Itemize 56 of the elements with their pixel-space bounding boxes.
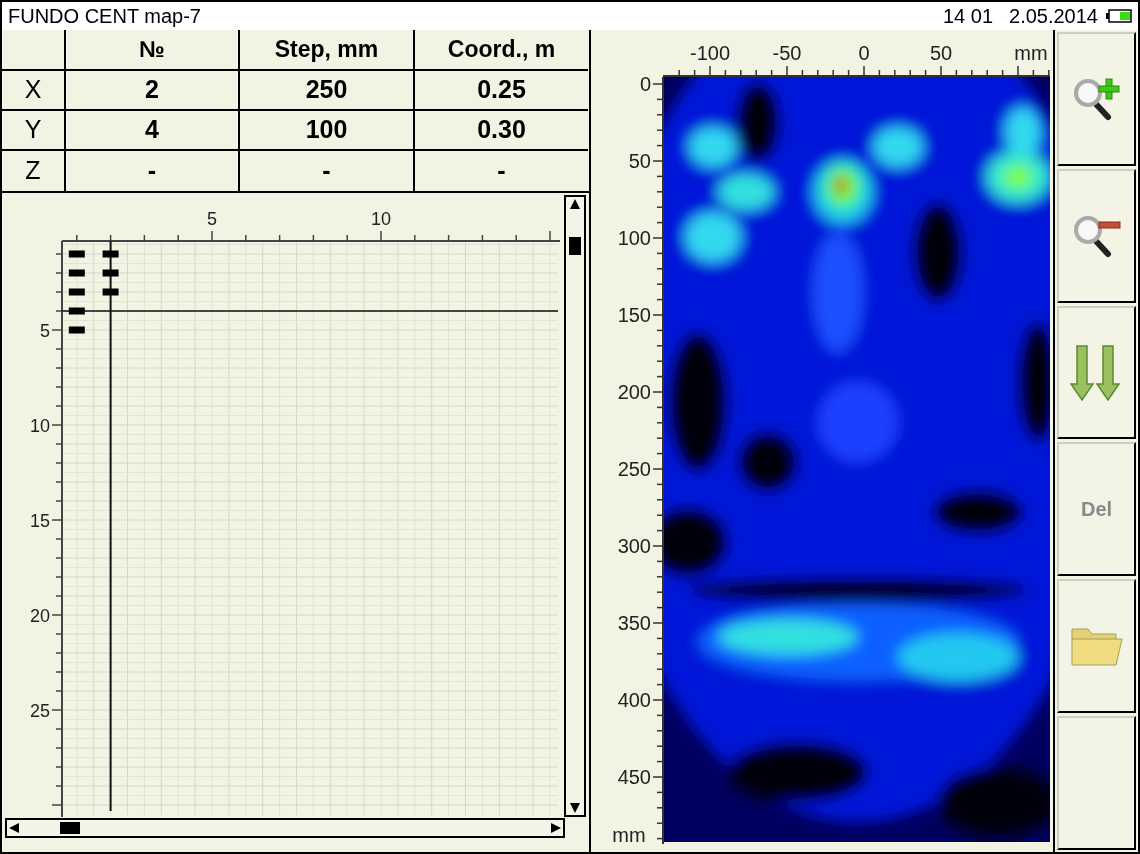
axis-label: 15: [29, 511, 50, 531]
vertical-scrollbar[interactable]: [564, 195, 586, 817]
file-title: FUNDO CENT map-7: [8, 6, 201, 26]
axis-label: 25: [29, 701, 50, 721]
time-text: 14 01: [942, 6, 993, 26]
axis-label: 5: [40, 321, 50, 341]
axis-label: 350: [617, 612, 651, 634]
axis-label: 0: [639, 73, 651, 95]
axis-label: 450: [617, 766, 651, 788]
row-header: Z: [24, 155, 42, 187]
table-cell: -: [64, 151, 238, 191]
axis-label: 10: [29, 416, 50, 436]
row-header: Y: [2, 111, 64, 151]
axis-label: 400: [617, 689, 651, 711]
axis-label: 300: [617, 535, 651, 557]
scroll-left-icon[interactable]: [7, 821, 21, 835]
open-button[interactable]: [1057, 579, 1136, 714]
axis-label: 10: [371, 209, 391, 229]
table-cell: 0.30: [413, 111, 588, 151]
axis-label: 150: [617, 304, 651, 326]
horizontal-scrollbar[interactable]: [5, 818, 565, 838]
table-cell: 2: [64, 71, 238, 111]
axis-label: 0: [858, 42, 870, 64]
table-cell: -: [413, 151, 588, 191]
table-cell: 0.25: [413, 71, 588, 111]
zoom-out-button[interactable]: [1057, 168, 1136, 303]
axis-unit: mm: [1014, 42, 1048, 64]
date-text: 2.05.2014: [1009, 6, 1098, 26]
axis-label: 250: [617, 458, 651, 480]
scroll-thumb[interactable]: [60, 822, 80, 834]
table-cell: 4: [64, 111, 238, 151]
axis-label: -100: [690, 42, 730, 64]
scroll-thumb[interactable]: [569, 237, 581, 255]
battery-icon: [1106, 9, 1132, 23]
axis-label: 200: [617, 381, 651, 403]
table-cell: -: [238, 151, 413, 191]
column-header: Step, mm: [238, 30, 413, 71]
axis-label: -50: [772, 42, 802, 64]
axis-label: 5: [207, 209, 217, 229]
scroll-right-icon[interactable]: [549, 821, 563, 835]
column-header: Coord., m: [413, 30, 588, 71]
axis-unit: mm: [612, 824, 646, 846]
scroll-down-icon[interactable]: [568, 801, 582, 815]
column-header: №: [64, 30, 238, 71]
axis-label: 50: [929, 42, 953, 64]
axis-label: 100: [617, 227, 651, 249]
zoom-in-button[interactable]: [1057, 32, 1136, 166]
axis-label: 50: [628, 150, 651, 172]
folder-icon: [1069, 625, 1124, 668]
table-cell: 250: [238, 71, 413, 111]
scroll-up-icon[interactable]: [568, 197, 582, 211]
empty-button[interactable]: [1057, 716, 1136, 850]
row-header: X: [2, 71, 64, 111]
axis-label: 20: [29, 606, 50, 626]
table-cell: 100: [238, 111, 413, 151]
scroll-down-button[interactable]: [1057, 305, 1136, 440]
